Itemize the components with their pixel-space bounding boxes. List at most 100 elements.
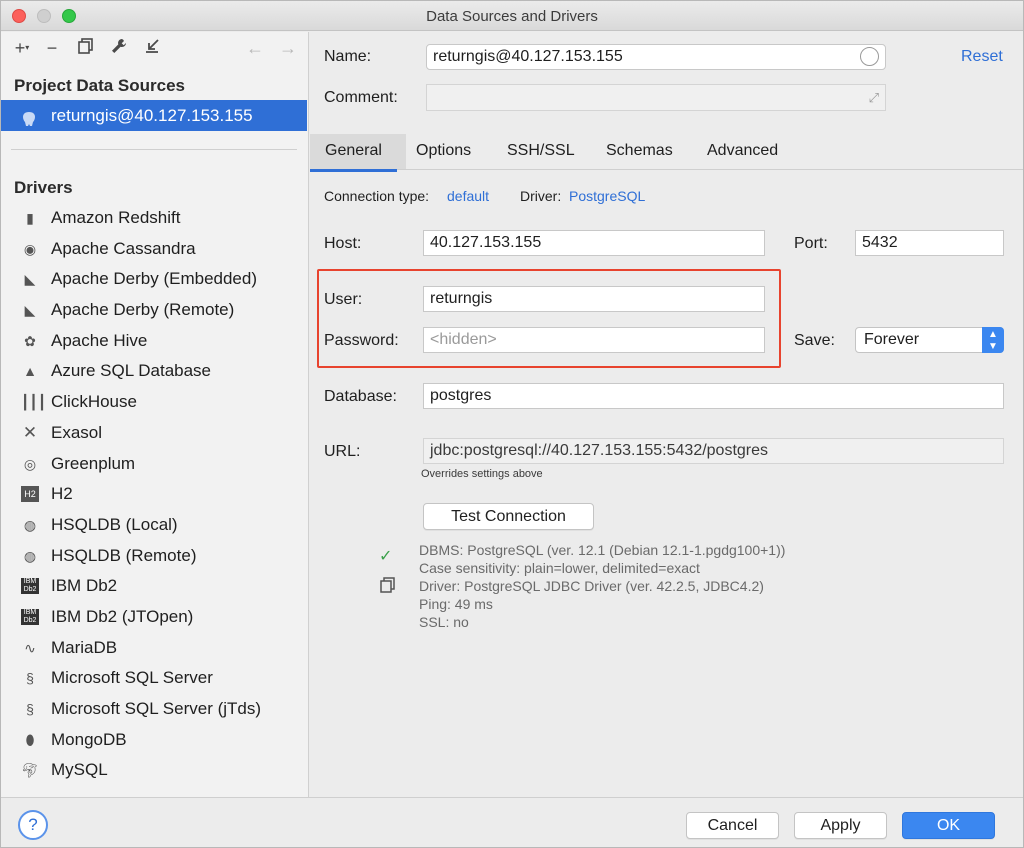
db2-icon: IBM Db2 <box>21 608 39 625</box>
h2-icon: H2 <box>21 486 39 503</box>
driver-item[interactable]: § Microsoft SQL Server <box>1 663 308 694</box>
tab-ssh-ssl[interactable]: SSH/SSL <box>507 142 575 160</box>
import-icon[interactable] <box>141 37 163 59</box>
connection-type-link[interactable]: default <box>447 188 489 204</box>
project-data-sources-heading: Project Data Sources <box>14 76 186 95</box>
driver-label: Greenplum <box>51 453 136 473</box>
bottom-bar: ? Cancel Apply OK <box>1 797 1023 847</box>
hive-icon: ✿ <box>24 332 36 349</box>
driver-label: Amazon Redshift <box>51 208 181 227</box>
url-note: Overrides settings above <box>421 468 543 480</box>
sqlserver-icon: § <box>26 670 34 687</box>
comment-input[interactable]: ⤢ <box>426 84 886 111</box>
comment-label: Comment: <box>324 89 398 106</box>
data-source-label: returngis@40.127.153.155 <box>51 106 253 125</box>
hsqldb-icon: ◍ <box>23 547 37 564</box>
test-connection-button[interactable]: Test Connection <box>423 503 594 530</box>
driver-label: IBM Db2 <box>51 576 118 596</box>
user-label: User: <box>324 291 363 308</box>
forward-arrow-icon[interactable]: → <box>277 37 299 59</box>
mysql-icon: 🐬︎ <box>21 762 39 779</box>
tab-bar: General Options SSH/SSL Schemas Advanced <box>310 134 1023 172</box>
copy-icon[interactable] <box>380 577 396 598</box>
tab-options[interactable]: Options <box>416 142 471 160</box>
sidebar-toolbar: +▾ − ← → <box>1 32 308 66</box>
driver-item[interactable]: IBM Db2 IBM Db2 <box>1 571 308 602</box>
driver-item[interactable]: ◍ HSQLDB (Remote) <box>1 541 308 572</box>
driver-label: HSQLDB (Remote) <box>51 545 197 565</box>
driver-label: HSQLDB (Local) <box>51 514 178 534</box>
driver-item[interactable]: ✿ Apache Hive <box>1 326 308 357</box>
mongodb-icon: ⬮ <box>25 731 35 748</box>
driver-label: Azure SQL Database <box>51 361 212 381</box>
driver-label: Apache Cassandra <box>51 238 196 258</box>
apply-button[interactable]: Apply <box>794 812 887 839</box>
driver-link[interactable]: PostgreSQL <box>569 188 645 204</box>
exasol-icon: ✕ <box>22 422 38 442</box>
driver-label: Exasol <box>51 422 103 442</box>
main-panel: Name: returngis@40.127.153.155 Reset Com… <box>310 32 1023 797</box>
host-input[interactable]: 40.127.153.155 <box>423 230 765 256</box>
status-ssl: SSL: no <box>419 614 469 630</box>
driver-item[interactable]: ∿ MariaDB <box>1 633 308 664</box>
azure-icon: ▲ <box>23 363 37 380</box>
reset-link[interactable]: Reset <box>961 48 1003 66</box>
password-input[interactable]: <hidden> <box>423 327 765 353</box>
cancel-button[interactable]: Cancel <box>686 812 779 839</box>
tab-schemas[interactable]: Schemas <box>606 142 673 160</box>
help-button[interactable]: ? <box>18 810 48 840</box>
port-label: Port: <box>794 235 828 252</box>
tab-advanced[interactable]: Advanced <box>707 142 778 160</box>
url-label: URL: <box>324 443 361 460</box>
driver-item[interactable]: ◣ Apache Derby (Embedded) <box>1 264 308 295</box>
driver-item[interactable]: ✕ Exasol <box>1 418 308 449</box>
drivers-list: ▮ Amazon Redshift ◉ Apache Cassandra ◣ Apac… <box>1 203 308 786</box>
driver-item[interactable]: ⬮ MongoDB <box>1 725 308 756</box>
driver-item[interactable]: H2 H2 <box>1 479 308 510</box>
color-circle-icon[interactable] <box>860 47 879 66</box>
add-icon[interactable]: +▾ <box>11 37 33 59</box>
driver-item[interactable]: 🐬︎ MySQL <box>1 755 308 786</box>
status-dbms: DBMS: PostgreSQL (ver. 12.1 (Debian 12.1… <box>419 542 786 558</box>
driver-item[interactable]: ▲ Azure SQL Database <box>1 356 308 387</box>
driver-label: Apache Hive <box>51 330 148 350</box>
url-input[interactable]: jdbc:postgresql://40.127.153.155:5432/po… <box>423 438 1004 464</box>
remove-icon[interactable]: − <box>41 37 63 59</box>
database-label: Database: <box>324 388 397 405</box>
driver-label: ClickHouse <box>51 392 137 412</box>
driver-label: Driver: <box>520 188 562 204</box>
connection-type-label: Connection type: <box>324 188 430 204</box>
driver-item[interactable]: ◎ Greenplum <box>1 449 308 480</box>
back-arrow-icon[interactable]: ← <box>244 37 266 59</box>
driver-label: IBM Db2 (JTOpen) <box>51 606 194 626</box>
port-input[interactable]: 5432 <box>855 230 1004 256</box>
driver-item[interactable]: ▮ Amazon Redshift <box>1 203 308 234</box>
driver-item[interactable]: § Microsoft SQL Server (jTds) <box>1 694 308 725</box>
name-input[interactable]: returngis@40.127.153.155 <box>426 44 886 70</box>
duplicate-icon[interactable] <box>75 37 97 59</box>
save-select[interactable]: Forever ▲ ▼ <box>855 327 1004 353</box>
database-input[interactable]: postgres <box>423 383 1004 409</box>
driver-item[interactable]: ◉ Apache Cassandra <box>1 234 308 265</box>
save-value: Forever <box>864 331 920 348</box>
success-check-icon: ✓ <box>379 548 393 565</box>
tab-general[interactable]: General <box>310 142 397 172</box>
host-label: Host: <box>324 235 362 252</box>
ok-button[interactable]: OK <box>902 812 995 839</box>
driver-label: Apache Derby (Embedded) <box>51 269 258 289</box>
driver-label: H2 <box>51 484 73 504</box>
driver-item[interactable]: ◍ HSQLDB (Local) <box>1 510 308 541</box>
title-bar: Data Sources and Drivers <box>1 1 1023 31</box>
wrench-icon[interactable] <box>108 37 130 59</box>
derby-icon: ◣ <box>24 302 36 319</box>
data-source-item[interactable]: returngis@40.127.153.155 <box>1 100 307 131</box>
user-input[interactable]: returngis <box>423 286 765 312</box>
name-value: returngis@40.127.153.155 <box>433 48 623 65</box>
driver-item[interactable]: ◣ Apache Derby (Remote) <box>1 295 308 326</box>
save-label: Save: <box>794 332 835 349</box>
derby-icon: ◣ <box>24 271 36 288</box>
status-driver: Driver: PostgreSQL JDBC Driver (ver. 42.… <box>419 578 764 594</box>
driver-item[interactable]: ┃┃┃ ClickHouse <box>1 387 308 418</box>
driver-item[interactable]: IBM Db2 IBM Db2 (JTOpen) <box>1 602 308 633</box>
expand-icon[interactable]: ⤢ <box>869 86 879 110</box>
